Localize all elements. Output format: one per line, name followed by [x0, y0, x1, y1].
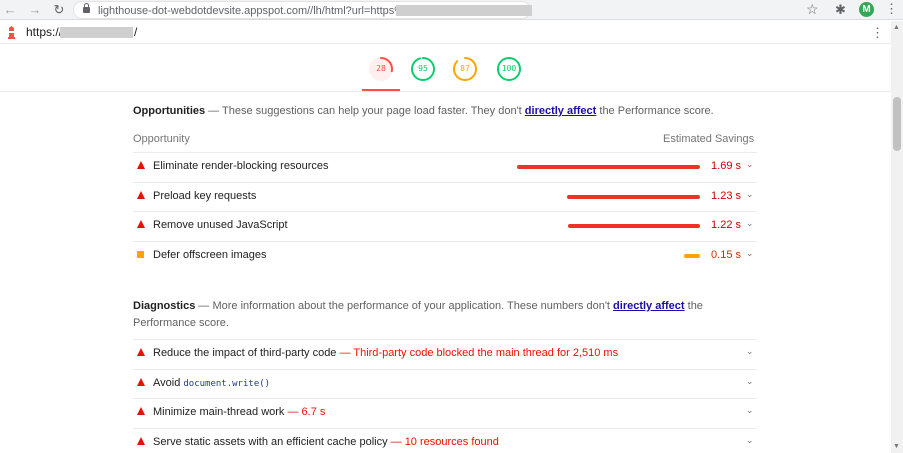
fail-triangle-icon [137, 190, 145, 199]
opportunity-row[interactable]: Preload key requests 1.23 s ⌄ [133, 181, 757, 211]
diagnostics-description: Diagnostics — More information about the… [133, 298, 757, 332]
browser-toolbar: ← → ↻ lighthouse-dot-webdotdevsite.appsp… [0, 0, 903, 20]
fail-triangle-icon [137, 161, 145, 169]
chevron-down-icon[interactable]: ⌄ [746, 435, 754, 446]
report-menu-icon[interactable]: ⋮ [871, 25, 884, 41]
lock-icon [83, 3, 90, 13]
score-gauge[interactable]: 28 [368, 56, 394, 82]
chevron-down-icon[interactable]: ⌄ [746, 248, 754, 259]
opportunity-row[interactable]: Eliminate render-blocking resources 1.69 … [133, 152, 757, 181]
score-gauge[interactable]: 100 [496, 56, 522, 82]
diagnostics-desc-prefix: — More information about the performance… [195, 300, 614, 312]
savings-bar [567, 194, 700, 199]
diagnostic-note: — 10 resources found [387, 435, 499, 448]
score-gauges [0, 44, 891, 92]
forward-icon[interactable]: → [27, 2, 43, 18]
opportunity-row[interactable]: Remove unused JavaScript 1.22 s ⌄ [133, 211, 757, 240]
reload-icon[interactable]: ↻ [51, 2, 67, 18]
diagnostic-title-text: Reduce the impact of third-party code [153, 347, 337, 359]
opportunity-title: Defer offscreen images [153, 248, 267, 261]
column-header-savings: Estimated Savings [663, 133, 755, 145]
gauge-score: 95 [418, 64, 428, 73]
chevron-down-icon[interactable]: ⌄ [746, 405, 754, 416]
diagnostic-title: Serve static assets with an efficient ca… [153, 436, 499, 448]
savings-value: 1.23 s [711, 189, 741, 202]
diagnostic-title-text: Avoid [153, 376, 184, 389]
redacted-block [60, 27, 133, 38]
opportunities-description: Opportunities — These suggestions can he… [133, 103, 757, 120]
directly-affect-link[interactable]: directly affect [525, 105, 597, 117]
scroll-up-icon[interactable]: ▲ [893, 24, 900, 31]
scrollbar-thumb[interactable] [893, 97, 901, 151]
opportunities-title: Opportunities [133, 105, 206, 117]
extensions-icon[interactable]: ✱ [835, 2, 846, 18]
diagnostic-title: Reduce the impact of third-party code — … [153, 347, 618, 359]
chevron-down-icon[interactable]: ⌄ [746, 159, 754, 170]
chevron-down-icon[interactable]: ⌄ [746, 346, 754, 357]
fail-triangle-icon [137, 377, 145, 386]
savings-bar [517, 165, 700, 169]
address-url: lighthouse-dot-webdotdevsite.appspot.com… [98, 5, 424, 17]
directly-affect-link[interactable]: directly affect [613, 300, 685, 312]
scroll-down-icon[interactable]: ▼ [893, 443, 900, 450]
report-url-suffix: / [134, 25, 138, 39]
chevron-down-icon[interactable]: ⌄ [746, 218, 754, 229]
diagnostic-row[interactable]: Avoid document.write() ⌄ [133, 368, 757, 398]
active-gauge-indicator [362, 89, 400, 91]
score-gauge[interactable]: 95 [410, 56, 436, 82]
back-icon[interactable]: ← [2, 2, 18, 18]
column-header-opportunity: Opportunity [133, 133, 190, 145]
diagnostic-note: — Third-party code blocked the main thre… [336, 347, 619, 359]
redacted-block [396, 5, 532, 16]
diagnostic-title: Avoid document.write() [153, 377, 270, 389]
opportunity-title: Remove unused JavaScript [153, 219, 288, 231]
report-url-prefix[interactable]: https:// [26, 25, 62, 39]
fail-triangle-icon [137, 220, 145, 228]
opportunities-desc-suffix: the Performance score. [596, 105, 714, 117]
gauge-score: 28 [376, 64, 386, 73]
address-bar[interactable]: lighthouse-dot-webdotdevsite.appspot.com… [73, 1, 532, 19]
avatar[interactable]: M [859, 2, 874, 17]
diagnostic-row[interactable]: Reduce the impact of third-party code — … [133, 339, 757, 368]
diagnostic-title: Minimize main-thread work — 6.7 s [153, 406, 325, 418]
savings-bar [684, 253, 700, 258]
savings-value: 1.69 s [711, 160, 741, 172]
diagnostic-row[interactable]: Minimize main-thread work — 6.7 s ⌄ [133, 398, 757, 427]
opportunity-row[interactable]: Defer offscreen images 0.15 s ⌄ [133, 240, 757, 270]
opportunities-desc-prefix: — These suggestions can help your page l… [205, 105, 525, 117]
diagnostic-title-text: Minimize main-thread work [153, 406, 285, 418]
browser-menu-icon[interactable]: ⋮ [885, 1, 898, 17]
diagnostics-title: Diagnostics [133, 300, 196, 312]
savings-bar [568, 224, 700, 228]
chevron-down-icon[interactable]: ⌄ [746, 376, 754, 387]
diagnostic-row[interactable]: Serve static assets with an efficient ca… [133, 427, 757, 453]
fail-triangle-icon [137, 436, 145, 445]
diagnostic-code: document.write() [183, 378, 271, 389]
gauge-score: 87 [460, 64, 470, 73]
score-gauge[interactable]: 87 [452, 56, 478, 82]
fail-triangle-icon [137, 407, 145, 415]
bookmark-star-icon[interactable]: ☆ [806, 1, 819, 18]
scrollbar[interactable] [891, 21, 903, 453]
lighthouse-topbar: https:// / ⋮ [0, 21, 891, 44]
diagnostic-title-text: Serve static assets with an efficient ca… [153, 435, 388, 448]
gauge-score: 100 [501, 64, 517, 73]
diagnostic-note: — 6.7 s [284, 406, 326, 418]
savings-value: 0.15 s [711, 248, 741, 261]
opportunity-title: Eliminate render-blocking resources [153, 160, 329, 172]
savings-value: 1.22 s [711, 219, 741, 231]
average-square-icon [137, 250, 144, 258]
chevron-down-icon[interactable]: ⌄ [746, 189, 754, 200]
opportunity-title: Preload key requests [153, 189, 257, 202]
lighthouse-logo-icon [8, 26, 15, 39]
fail-triangle-icon [137, 348, 145, 356]
